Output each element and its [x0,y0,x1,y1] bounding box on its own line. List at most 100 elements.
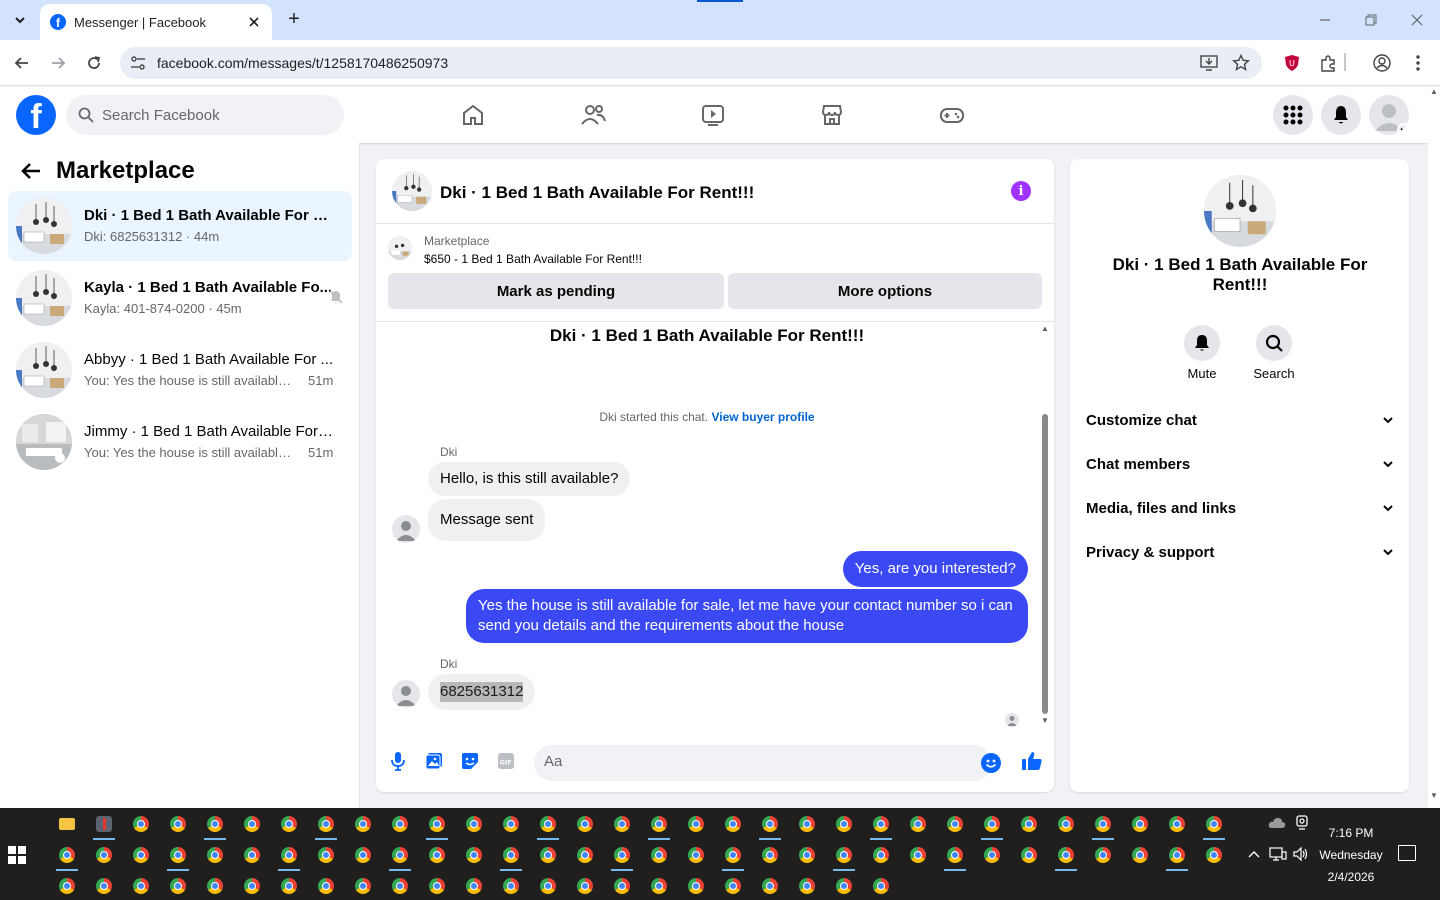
taskbar-app-button[interactable] [85,812,122,840]
account-avatar[interactable] [1369,95,1409,135]
gif-icon[interactable]: GIF [496,751,516,771]
taskbar-chrome-button[interactable] [529,843,566,867]
taskbar-chrome-button[interactable] [122,812,159,836]
friends-icon[interactable] [579,101,607,129]
network-icon[interactable] [1269,845,1287,863]
taskbar-chrome-button[interactable] [640,874,677,898]
home-icon[interactable] [459,101,487,129]
sender-avatar[interactable] [392,680,420,708]
thread-scrollbar[interactable]: ▲ ▼ [1040,322,1050,727]
taskbar-chrome-button[interactable] [677,874,714,898]
taskbar-chrome-button[interactable] [344,874,381,898]
taskbar-chrome-button[interactable] [344,812,381,836]
taskbar-chrome-button[interactable] [233,843,270,867]
bell-icon[interactable] [1184,325,1220,361]
taskbar-chrome-button[interactable] [418,843,455,867]
back-arrow-icon[interactable] [19,159,43,183]
chat-members-section[interactable]: Chat members [1086,452,1394,476]
media-files-links-section[interactable]: Media, files and links [1086,496,1394,520]
tab-search-chevron-icon[interactable] [8,8,32,32]
address-bar[interactable]: facebook.com/messages/t/1258170486250973 [120,47,1262,79]
address-url[interactable]: facebook.com/messages/t/1258170486250973 [157,55,448,71]
account-chevron-icon[interactable] [1397,123,1409,135]
action-center-notification-icon[interactable] [1398,845,1416,861]
taskbar-chrome-button[interactable] [307,843,344,867]
bookmark-star-icon[interactable] [1231,53,1251,73]
forward-arrow-icon[interactable] [46,51,70,75]
message-input[interactable] [544,753,944,770]
sticker-icon[interactable] [460,751,480,771]
taskbar-chrome-button[interactable] [751,812,788,840]
taskbar-chrome-button[interactable] [270,874,307,898]
taskbar-chrome-button[interactable] [603,843,640,871]
marketplace-icon[interactable] [818,101,846,129]
page-scrollbar[interactable]: ▲ ▼ [1428,87,1440,808]
taskbar-chrome-button[interactable] [492,812,529,836]
scroll-up-arrow-icon[interactable]: ▲ [1040,324,1050,333]
mark-as-pending-button[interactable]: Mark as pending [388,273,724,309]
emoji-icon[interactable] [981,753,1001,773]
taskbar-chrome-button[interactable] [48,843,85,871]
taskbar-chrome-button[interactable] [1010,843,1047,867]
more-options-button[interactable]: More options [728,273,1042,309]
device-tray-icon[interactable] [1293,814,1311,832]
taskbar-chrome-button[interactable] [862,874,899,898]
extensions-puzzle-icon[interactable] [1318,53,1338,73]
taskbar-chrome-button[interactable] [1047,843,1084,871]
taskbar-chrome-button[interactable] [1121,812,1158,836]
outgoing-message-bubble[interactable]: Yes, are you interested? [842,551,1028,587]
outgoing-message-bubble[interactable]: Yes the house is still available for sal… [466,589,1028,643]
incoming-message-bubble[interactable]: Hello, is this still available? [428,462,631,496]
taskbar-chrome-button[interactable] [603,812,640,836]
taskbar-chrome-button[interactable] [122,874,159,898]
taskbar-chrome-button[interactable] [825,874,862,898]
taskbar-chrome-button[interactable] [344,843,381,867]
chat-header-thumbnail[interactable] [392,171,432,211]
reload-icon[interactable] [82,51,106,75]
taskbar-chrome-button[interactable] [85,874,122,898]
facebook-search-input[interactable] [102,106,322,124]
minimize-window-icon[interactable] [1313,8,1337,32]
taskbar-chrome-button[interactable] [418,874,455,898]
browser-tab-messenger[interactable]: f Messenger | Facebook [40,4,272,40]
conversation-info-icon[interactable]: i [1011,181,1031,201]
taskbar-chrome-button[interactable] [196,874,233,898]
conversation-item[interactable]: Dki · 1 Bed 1 Bath Available For Re... D… [8,191,352,261]
profile-icon[interactable] [1372,53,1392,73]
taskbar-chrome-button[interactable] [566,843,603,867]
taskbar-chrome-button[interactable] [714,874,751,898]
restore-window-icon[interactable] [1359,8,1383,32]
mute-action[interactable]: Mute [1172,325,1232,381]
gaming-icon[interactable] [938,101,966,129]
volume-speaker-icon[interactable] [1292,845,1310,863]
browser-menu-icon[interactable] [1408,53,1428,73]
taskbar-chrome-button[interactable] [788,843,825,867]
taskbar-chrome-button[interactable] [529,812,566,840]
back-arrow-icon[interactable] [10,51,34,75]
taskbar-chrome-button[interactable] [788,874,825,898]
notifications-bell-icon[interactable] [1321,95,1361,135]
scrollbar-thumb[interactable] [1042,414,1048,714]
taskbar-chrome-button[interactable] [1084,843,1121,867]
taskbar-chrome-button[interactable] [677,843,714,867]
taskbar-chrome-button[interactable] [1158,812,1195,836]
taskbar-chrome-button[interactable] [159,843,196,871]
taskbar-chrome-button[interactable] [159,874,196,898]
taskbar-chrome-button[interactable] [455,843,492,867]
conversation-item[interactable]: Kayla · 1 Bed 1 Bath Available Fo... Kay… [8,263,352,333]
new-tab-button[interactable]: + [282,8,306,32]
tab-close-icon[interactable] [246,14,262,30]
privacy-support-section[interactable]: Privacy & support [1086,540,1394,564]
taskbar-chrome-button[interactable] [529,874,566,898]
search-icon[interactable] [1256,325,1292,361]
ublock-extension-icon[interactable]: U [1282,53,1302,73]
taskbar-chrome-button[interactable] [936,812,973,836]
taskbar-chrome-button[interactable] [233,812,270,836]
taskbar-chrome-button[interactable] [640,812,677,840]
taskbar-chrome-button[interactable] [233,874,270,898]
taskbar-chrome-button[interactable] [270,843,307,871]
taskbar-chrome-button[interactable] [899,843,936,867]
customize-chat-section[interactable]: Customize chat [1086,408,1394,432]
thumbs-up-like-icon[interactable] [1020,750,1044,772]
chat-title[interactable]: Dki · 1 Bed 1 Bath Available For Rent!!! [440,183,754,203]
